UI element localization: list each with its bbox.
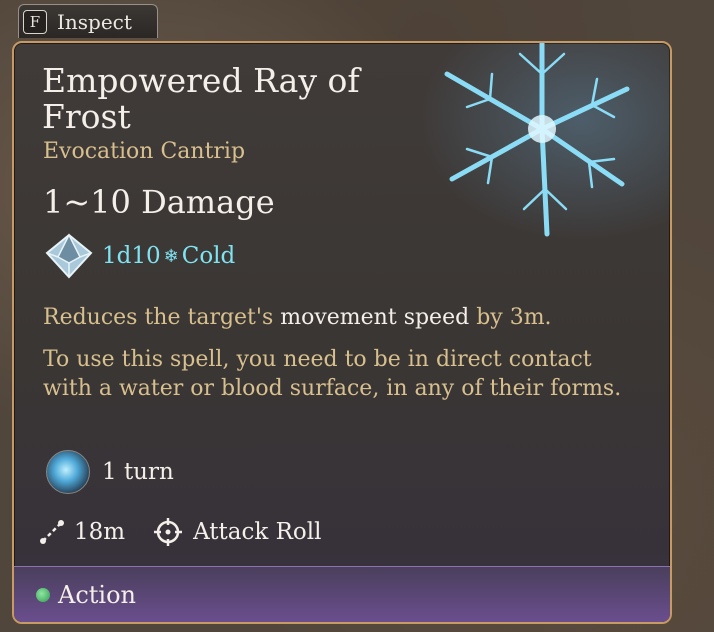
damage-row: 1d10 ❄ Cold (44, 233, 235, 279)
spell-school-level: Evocation Cantrip (43, 139, 246, 164)
stats-row: 18m Attack Roll (40, 517, 350, 547)
damage-type: Cold (181, 243, 236, 269)
duration-text: 1 turn (102, 459, 174, 485)
effect-highlight: movement speed (280, 305, 470, 330)
snowflake-art-icon (444, 43, 630, 237)
effect-description: Reduces the target's movement speed by 3… (43, 305, 552, 330)
action-dot-icon (36, 587, 50, 602)
damage-dice: 1d10 (102, 243, 161, 269)
effect-description-pre: Reduces the target's (43, 305, 274, 330)
d10-die-icon (45, 233, 93, 279)
f-key-badge: F (23, 9, 47, 34)
attack-roll-text: Attack Roll (193, 519, 322, 545)
duration-row: 1 turn (46, 450, 174, 494)
snowflake-icon: ❄ (163, 245, 179, 267)
effect-description-post: by 3m. (476, 305, 552, 330)
crosshair-icon (154, 518, 183, 546)
attack-roll-stat: Attack Roll (153, 517, 322, 547)
spell-title: Empowered Ray of Frost (42, 61, 360, 136)
frost-status-icon (46, 450, 90, 494)
action-cost-label: Action (58, 580, 136, 609)
action-cost-footer: Action (14, 566, 670, 622)
inspect-label: Inspect (57, 9, 132, 34)
requirement-text: To use this spell, you need to be in dir… (43, 347, 622, 401)
inspect-tab[interactable]: F Inspect (18, 4, 158, 38)
range-stat: 18m (40, 519, 125, 545)
range-line-icon (40, 520, 64, 544)
spell-tooltip: Empowered Ray of Frost Evocation Cantrip… (12, 41, 672, 624)
range-text: 18m (74, 519, 126, 545)
damage-heading: 1~10 Damage (43, 183, 275, 221)
